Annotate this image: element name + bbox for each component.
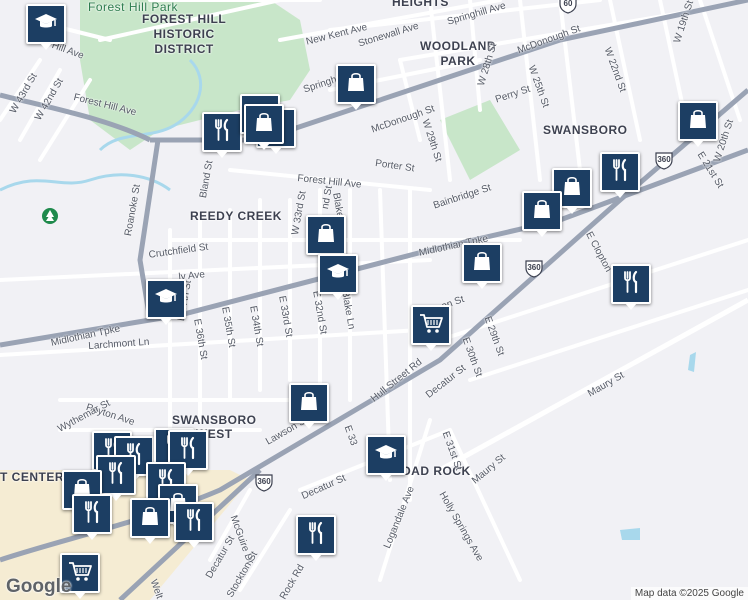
fork-knife-icon: [618, 269, 644, 300]
area-label-swansboro: SWANSBORO: [543, 123, 628, 137]
tree-icon: [42, 208, 58, 224]
shopping-bag-icon: [685, 106, 711, 137]
shopping-bag-icon: [469, 248, 495, 279]
poi-marker[interactable]: [411, 305, 451, 351]
route-shield: 360: [654, 152, 674, 170]
poi-marker[interactable]: [244, 104, 284, 150]
route-shield: 360: [254, 474, 274, 492]
shopping-bag-icon: [343, 69, 369, 100]
poi-marker[interactable]: [26, 4, 66, 50]
poi-marker[interactable]: [366, 435, 406, 481]
poi-marker[interactable]: [678, 101, 718, 147]
area-label-heights: HEIGHTS: [392, 0, 449, 9]
poi-marker[interactable]: [600, 152, 640, 198]
shopping-bag-icon: [296, 388, 322, 419]
poi-marker[interactable]: [296, 515, 336, 561]
reedy-creek: [0, 173, 171, 192]
poi-marker[interactable]: [462, 243, 502, 289]
route-shield: 360: [524, 260, 544, 278]
poi-marker[interactable]: [336, 64, 376, 110]
poi-marker[interactable]: [72, 494, 112, 540]
graduation-cap-icon: [153, 284, 179, 315]
poi-marker[interactable]: [522, 191, 562, 237]
shopping-cart-icon: [418, 310, 444, 341]
poi-marker[interactable]: [306, 215, 346, 261]
poi-marker[interactable]: [289, 383, 329, 429]
poi-marker[interactable]: [130, 498, 170, 544]
fork-knife-icon: [209, 117, 235, 148]
map-attribution: Map data ©2025 Google: [630, 587, 748, 600]
route-shield: 60: [558, 0, 578, 14]
fork-knife-icon: [175, 435, 201, 466]
graduation-cap-icon: [373, 440, 399, 471]
pond-2: [620, 528, 640, 540]
pond: [688, 352, 696, 372]
poi-marker[interactable]: [611, 264, 651, 310]
map-canvas[interactable]: Forest Hill Park FOREST HILL HISTORIC DI…: [0, 0, 748, 600]
fork-knife-icon: [303, 520, 329, 551]
fork-knife-icon: [103, 460, 129, 491]
poi-marker[interactable]: [202, 112, 242, 158]
shopping-bag-icon: [559, 173, 585, 204]
fork-knife-icon: [607, 157, 633, 188]
shopping-bag-icon: [251, 109, 277, 140]
shopping-bag-icon: [137, 503, 163, 534]
poi-marker[interactable]: [146, 279, 186, 325]
fork-knife-icon: [79, 499, 105, 530]
shopping-bag-icon: [529, 196, 555, 227]
area-label-reedy-creek: REEDY CREEK: [190, 209, 282, 223]
graduation-cap-icon: [325, 259, 351, 290]
area-label-forest-hill-historic: FOREST HILL HISTORIC DISTRICT: [142, 12, 227, 56]
poi-marker[interactable]: [318, 254, 358, 300]
shopping-bag-icon: [313, 220, 339, 251]
fork-knife-icon: [181, 507, 207, 538]
google-logo: Google: [6, 576, 72, 597]
poi-marker[interactable]: [174, 502, 214, 548]
poi-marker[interactable]: [96, 455, 136, 501]
graduation-cap-icon: [33, 9, 59, 40]
area-label-port-center: T CENTER: [0, 470, 64, 484]
